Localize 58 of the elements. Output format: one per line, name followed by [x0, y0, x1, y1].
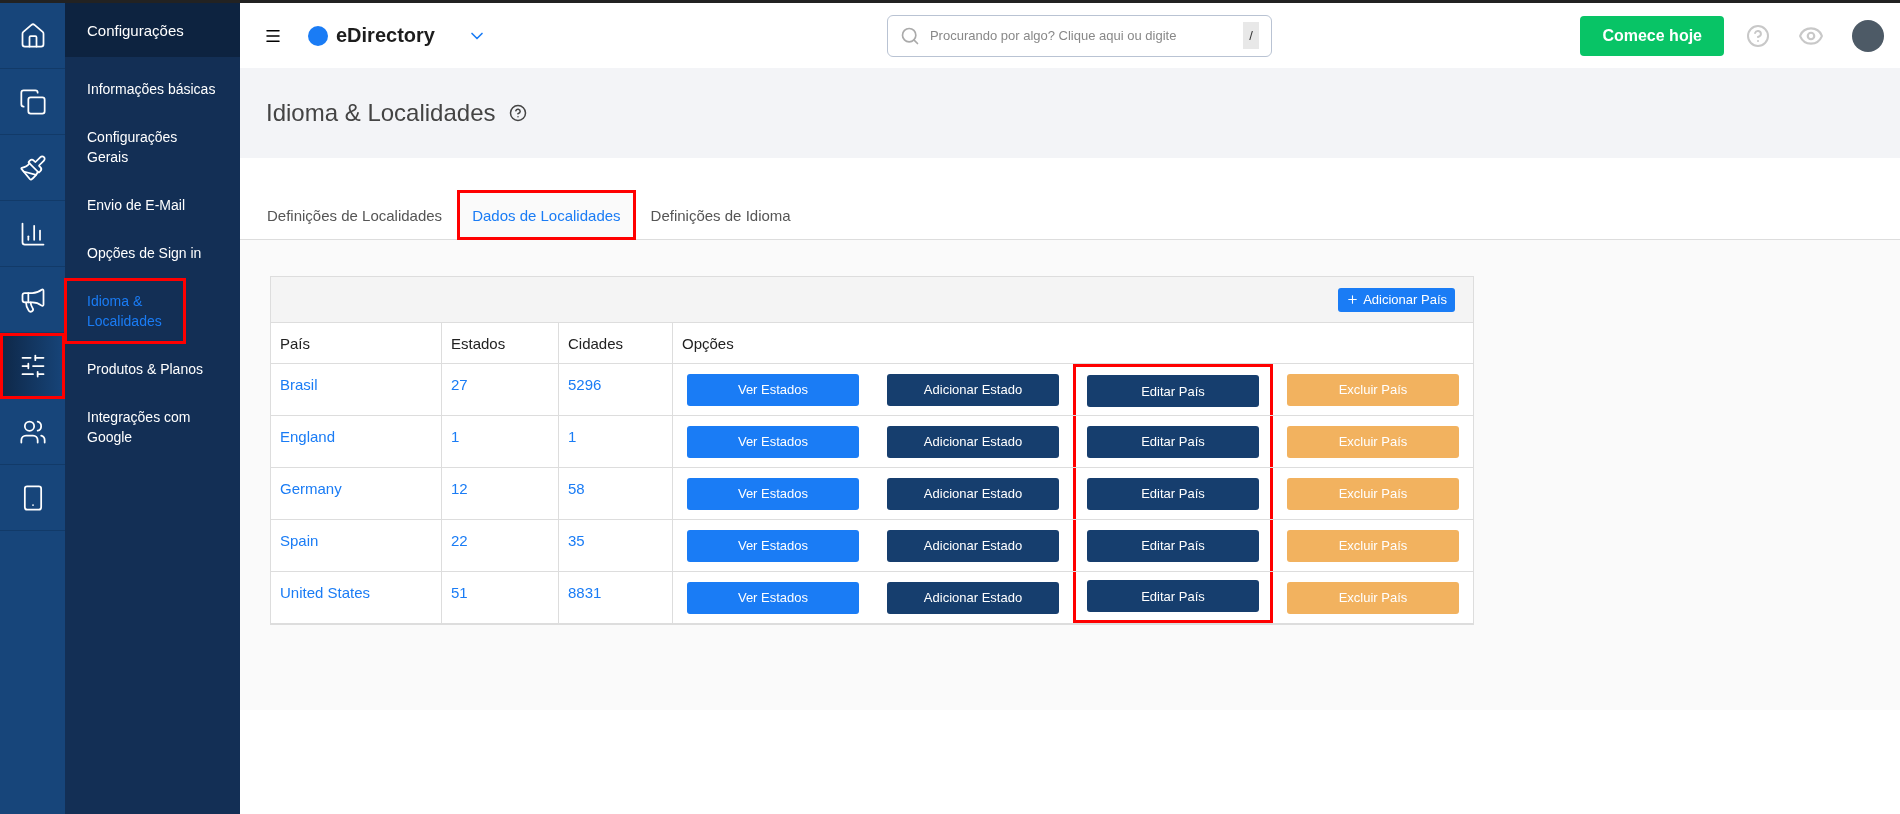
column-header: País — [271, 323, 442, 364]
option-button[interactable]: Ver Estados — [687, 373, 859, 406]
cities-count-link[interactable]: 35 — [559, 520, 673, 572]
country-link[interactable]: Germany — [271, 468, 442, 520]
cities-count-link[interactable]: 1 — [559, 416, 673, 468]
brand-name: eDirectory — [336, 24, 435, 47]
add-country-button[interactable]: Adicionar País — [1338, 287, 1455, 312]
cities-count-link[interactable]: 5296 — [559, 364, 673, 416]
states-count-link[interactable]: 27 — [442, 364, 559, 416]
shortcut-key: / — [1243, 22, 1259, 49]
option-button[interactable]: Editar País — [1087, 375, 1259, 407]
cities-count-link[interactable]: 58 — [559, 468, 673, 520]
cities-count-link[interactable]: 8831 — [559, 572, 673, 624]
country-link[interactable]: United States — [271, 572, 442, 624]
option-button[interactable]: Adicionar Estado — [887, 477, 1059, 510]
option-button[interactable]: Ver Estados — [687, 529, 859, 562]
option-button[interactable]: Adicionar Estado — [887, 529, 1059, 562]
search-field[interactable]: Procurando por algo? Clique aqui ou digite / — [886, 14, 1272, 57]
country-link[interactable]: England — [271, 416, 442, 468]
option-button[interactable]: Adicionar Estado — [887, 425, 1059, 458]
sidebar-item[interactable]: Configurações Gerais — [65, 117, 219, 177]
states-count-link[interactable]: 12 — [442, 468, 559, 520]
option-button[interactable]: Editar País — [1087, 425, 1259, 458]
column-header: Cidades — [559, 323, 673, 364]
sidebar-item[interactable]: Envio de E-Mail — [65, 185, 219, 225]
help-icon — [509, 104, 528, 122]
avatar[interactable] — [1852, 19, 1884, 52]
sidebar-item[interactable]: Integrações com Google — [65, 397, 219, 457]
page-title: Idioma & Localidades — [266, 99, 496, 127]
option-button[interactable]: Ver Estados — [687, 425, 859, 458]
country-link[interactable]: Spain — [271, 520, 442, 572]
states-count-link[interactable]: 1 — [442, 416, 559, 468]
sidebar-item[interactable]: Produtos & Planos — [65, 349, 219, 389]
tab[interactable]: Dados de Localidades — [457, 190, 636, 240]
search-icon — [899, 25, 920, 46]
column-header: Estados — [442, 323, 559, 364]
logo-icon — [308, 25, 328, 46]
column-header: Opções — [673, 323, 1473, 364]
sidebar-item[interactable]: Opções de Sign in — [65, 233, 219, 273]
tab[interactable]: Definições de Idioma — [635, 190, 806, 240]
option-button[interactable]: Editar País — [1087, 477, 1259, 510]
tab[interactable]: Definições de Localidades — [252, 190, 458, 240]
option-button[interactable]: Ver Estados — [687, 581, 859, 614]
states-count-link[interactable]: 51 — [442, 572, 559, 624]
sidebar-item[interactable]: Informações básicas — [65, 69, 219, 109]
option-button[interactable]: Adicionar Estado — [887, 581, 1059, 614]
states-count-link[interactable]: 22 — [442, 520, 559, 572]
pages-icon — [18, 87, 47, 116]
start-button[interactable]: Comece hoje — [1580, 15, 1724, 56]
option-button[interactable]: Ver Estados — [687, 477, 859, 510]
option-button[interactable]: Editar País — [1087, 529, 1259, 562]
sidebar-title: Configurações — [65, 3, 240, 57]
option-button[interactable]: Editar País — [1087, 580, 1259, 612]
plus-icon — [1346, 293, 1360, 306]
sidebar-item[interactable]: Idioma & Localidades — [67, 281, 183, 341]
option-button[interactable]: Adicionar Estado — [887, 373, 1059, 406]
brush-icon — [18, 153, 47, 182]
country-link[interactable]: Brasil — [271, 364, 442, 416]
